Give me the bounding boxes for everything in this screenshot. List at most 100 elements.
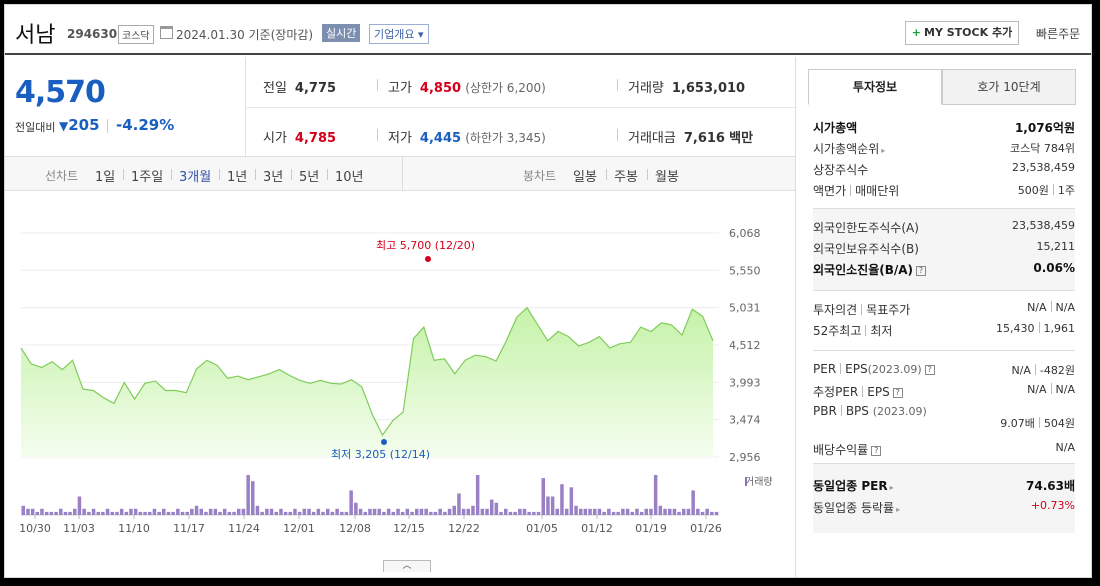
y-tick-label: 5,550: [729, 264, 761, 277]
est-per-eps-row: 추정PER EPS? N/A N/A: [813, 383, 1075, 399]
volume-bar: [471, 505, 475, 515]
price-chart[interactable]: 6,068 5,550 5,031 4,512 3,993 3,474 2,956 최고 5,…: [5, 191, 795, 567]
line-chart-label: 선차트: [45, 169, 79, 183]
y-tick-label: 2,956: [729, 451, 761, 464]
volume-bar: [649, 508, 653, 515]
help-icon[interactable]: ?: [916, 266, 927, 276]
pbr-bps-values: ?9.07배504원: [1000, 417, 1075, 430]
x-tick-label: 01/12: [581, 522, 613, 535]
volume-bar: [274, 511, 278, 515]
volume-bar: [82, 508, 86, 515]
collapse-chart-button[interactable]: ︿: [383, 560, 431, 572]
volume-bar: [251, 481, 255, 515]
volume-bar: [119, 508, 124, 515]
volume-bar: [49, 511, 54, 515]
volume-bar: [30, 508, 35, 515]
period-5y[interactable]: 5년: [299, 166, 319, 185]
dividend-row: 배당수익률? N/A: [813, 441, 1075, 457]
period-1d[interactable]: 1일: [95, 166, 115, 185]
volume-bar: [546, 496, 550, 515]
open-price: 시가 4,785: [263, 131, 337, 146]
company-info-dropdown[interactable]: 기업개요 ▾: [369, 24, 429, 44]
trade-amount: 거래대금 7,616 백만: [628, 131, 754, 146]
volume-bar: [204, 511, 208, 515]
candle-daily[interactable]: 일봉: [573, 166, 597, 185]
volume-bar: [368, 508, 372, 515]
period-1y[interactable]: 1년: [227, 166, 247, 185]
volume-bar: [447, 508, 452, 515]
volume-bar: [54, 511, 58, 515]
volume-bar: [569, 487, 574, 515]
volume-bar: [700, 511, 705, 515]
x-tick-label: 11/24: [228, 522, 260, 535]
volume-bar: [461, 508, 466, 515]
volume-bar: [129, 508, 133, 515]
volume-bar: [518, 508, 522, 515]
foreign-ratio-row: 외국인소진율(B/A)? 0.06%: [813, 261, 1075, 277]
volume-bar: [68, 511, 72, 515]
volume-bar: [269, 508, 274, 515]
plus-icon: +: [911, 26, 922, 39]
volume-bar: [152, 508, 157, 515]
x-tick-label: 12/08: [339, 522, 371, 535]
info-tabs: 투자정보 호가 10단계: [808, 69, 1076, 105]
volume-bar: [344, 511, 349, 515]
x-tick-label: 12/01: [283, 522, 315, 535]
volume-bar: [293, 508, 297, 515]
volume-bar: [391, 511, 396, 515]
volume-bar: [372, 508, 377, 515]
volume-bar: [583, 508, 588, 515]
stock-code: 294630: [67, 27, 118, 41]
listed-shares-row: 상장주식수 23,538,459: [813, 161, 1075, 177]
period-3m[interactable]: 3개월: [179, 166, 211, 185]
volume-bar: [513, 511, 517, 515]
period-10y[interactable]: 10년: [335, 166, 364, 185]
volume-bar: [194, 505, 199, 515]
low-marker: [381, 439, 387, 445]
volume-bar: [611, 511, 616, 515]
volume-bar: [180, 511, 185, 515]
y-tick-label: 3,993: [729, 376, 761, 389]
realtime-button[interactable]: 실시간: [322, 24, 361, 42]
add-mystock-button[interactable]: + MY STOCK 추가: [905, 21, 1019, 45]
volume-bar: [475, 475, 480, 515]
week52-row: 52주최고 최저 15,430 1,961: [813, 322, 1075, 338]
candle-chart-label: 봉차트: [523, 169, 557, 183]
volume-bar: [237, 508, 241, 515]
volume-bar: [410, 511, 414, 515]
candle-weekly[interactable]: 주봉: [614, 166, 638, 185]
x-tick-label: 11/03: [63, 522, 95, 535]
volume-bar: [105, 508, 110, 515]
y-tick-label: 4,512: [729, 339, 761, 352]
help-icon[interactable]: ?: [871, 446, 882, 456]
opinion-row: 투자의견 목표주가 N/A N/A: [813, 301, 1075, 317]
period-3y[interactable]: 3년: [263, 166, 283, 185]
volume-bar: [302, 508, 307, 515]
volume-bar: [35, 511, 40, 515]
volume-bar: [504, 508, 508, 515]
volume-bar: [87, 511, 91, 515]
period-1w[interactable]: 1주일: [131, 166, 163, 185]
x-tick-label: 12/15: [393, 522, 425, 535]
volume-bar: [265, 508, 269, 515]
volume-bar: [536, 511, 541, 515]
volume-bar: [597, 508, 602, 515]
candle-monthly[interactable]: 월봉: [655, 166, 679, 185]
volume-bar: [166, 511, 171, 515]
volume-bar: [639, 511, 644, 515]
tab-orderbook-10[interactable]: 호가 10단계: [942, 69, 1076, 105]
help-icon[interactable]: ?: [924, 365, 935, 375]
x-tick-label: 12/22: [448, 522, 480, 535]
x-tick-label: 01/05: [526, 522, 558, 535]
quick-order-link[interactable]: 빠른주문: [1036, 25, 1080, 42]
volume-bar: [485, 508, 489, 515]
tab-investment-info[interactable]: 투자정보: [808, 69, 942, 105]
help-icon[interactable]: ?: [892, 388, 903, 398]
y-tick-label: 3,474: [729, 414, 761, 427]
volume-bar: [415, 508, 419, 515]
volume-bar: [532, 511, 536, 515]
volume-bar: [26, 508, 30, 515]
current-price: 4,570: [15, 75, 106, 110]
stock-name: 서남: [15, 23, 56, 48]
volume-bar: [260, 511, 264, 515]
